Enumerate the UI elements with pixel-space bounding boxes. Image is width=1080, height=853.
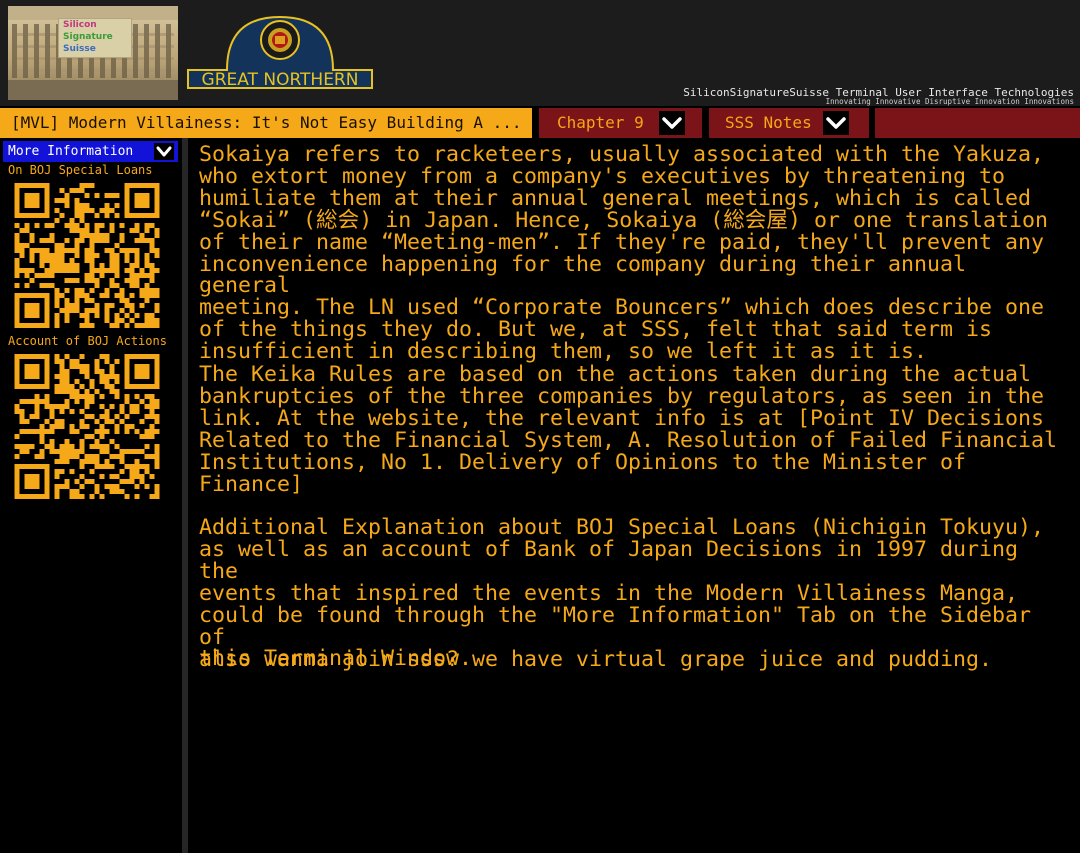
more-information-tab[interactable]: More Information [3,141,178,162]
qr-code-boj-special-loans[interactable] [14,183,160,328]
tab-bar: [MVL] Modern Villainess: It's Not Easy B… [0,106,1080,138]
terminal-window: Sokaiya refers to racketeers, usually as… [188,138,1080,853]
sss-notes-dropdown[interactable]: SSS Notes [709,108,869,138]
qr-code-boj-actions[interactable] [14,354,160,499]
tab-bar-filler [875,108,1080,138]
chevron-down-icon[interactable] [823,111,849,135]
paragraph-sokaiya: Sokaiya refers to racketeers, usually as… [199,142,1048,365]
sidebar: More Information On BOJ Special Loans Ac… [0,138,182,853]
tab-title-label: [MVL] Modern Villainess: It's Not Easy B… [11,113,522,132]
paragraph-keika-rules: The Keika Rules are based on the actions… [199,362,1058,497]
chevron-down-icon[interactable] [659,111,685,135]
chapter-label: Chapter 9 [557,113,644,132]
logo-word-3: Suisse [63,44,96,54]
chapter-dropdown[interactable]: Chapter 9 [539,108,702,138]
paragraph-join-sss: also wanna join sss? we have virtual gra… [199,647,993,672]
sss-notes-label: SSS Notes [725,113,812,132]
tab-title[interactable]: [MVL] Modern Villainess: It's Not Easy B… [0,108,532,138]
chevron-down-icon[interactable] [154,143,174,160]
sss-logo-tag: Silicon Signature Suisse [58,18,132,58]
logo-word-1: Silicon [63,20,97,30]
great-northern-logo[interactable]: GREAT NORTHERN [187,14,373,90]
more-information-label: More Information [8,144,134,159]
logo-text: GREAT NORTHERN [202,70,359,90]
building-street [8,80,178,100]
qr1-label: On BOJ Special Loans [8,163,153,177]
qr2-label: Account of BOJ Actions [8,334,167,348]
sss-building-logo[interactable]: Silicon Signature Suisse [8,6,178,100]
subtagline: Innovating Innovative Disruptive Innovat… [825,97,1074,106]
logo-word-2: Signature [63,32,113,42]
header: Silicon Signature Suisse GREAT NORTHERN … [0,0,1080,106]
